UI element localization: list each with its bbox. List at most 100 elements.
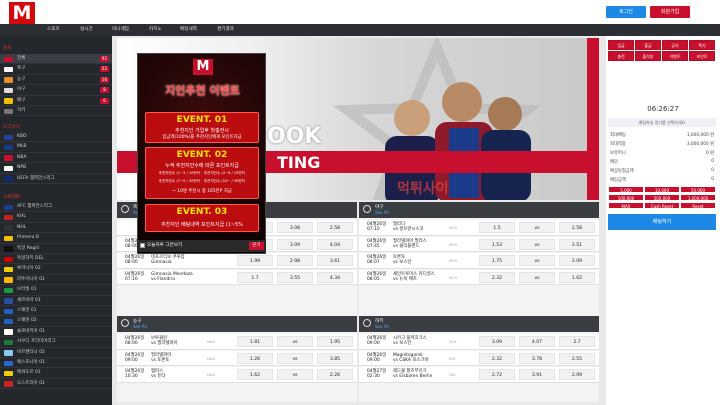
join-button[interactable]: 회원가입 (650, 6, 690, 18)
betslip-tab[interactable]: 충전 (608, 51, 634, 61)
amount-button[interactable]: 500,000 (644, 194, 680, 201)
amount-button[interactable]: 100,000 (608, 194, 644, 201)
amount-button[interactable]: Cash Reset (644, 202, 680, 209)
sidebar-item[interactable]: KHL (0, 212, 112, 223)
sidebar-item[interactable]: 농구 16 (0, 75, 112, 86)
sidebar-item[interactable]: NHL (0, 223, 112, 234)
amount-button[interactable]: 10,000 (644, 186, 680, 193)
match-row[interactable]: 04월26일 08:00 데포르티보 쿠루잡 Gimnasia 1.99 2.98 3.61 (117, 253, 357, 269)
betslip-tab[interactable]: 이벤트 (662, 51, 688, 61)
match-row[interactable]: 04월26일 08:00 브루클린 vs 필라델피아 NBA 1.81 vs 1.95 (117, 334, 357, 350)
betslip-tab[interactable]: 포인트 (689, 51, 715, 61)
sidebar-item[interactable]: AFC 챔피언스리그 (0, 202, 112, 213)
sidebar-item[interactable]: 아르헨티나 02 (0, 348, 112, 358)
odds-draw[interactable]: 3.91 (519, 369, 555, 380)
odds-home[interactable]: 1.53 (479, 238, 515, 250)
betslip-tab[interactable]: 출금 (635, 40, 661, 50)
sidebar-item[interactable]: NBA (0, 153, 112, 164)
odds-draw[interactable]: 3.08 (277, 222, 313, 233)
match-row[interactable]: 04월26일 07:45 필라델피아 필리스 vs 클리블랜드 MLB 1.53 vs 2.5… (359, 236, 599, 252)
nav-live[interactable]: 실시간 (80, 24, 93, 36)
odds-away[interactable]: 4.34 (317, 271, 353, 283)
odds-home[interactable]: 2.32 (479, 271, 515, 283)
amount-button[interactable]: 1,000,000 (680, 194, 716, 201)
sidebar-item[interactable]: 라투아니아 01 (0, 275, 112, 286)
sidebar-item[interactable]: 에콰도르 01 (0, 368, 112, 379)
nav-sports[interactable]: 스포츠 (47, 24, 60, 36)
odds-draw[interactable]: vs (277, 369, 313, 380)
hide-today-label[interactable]: 오늘하루 그만보기 (147, 241, 182, 251)
nav-bet-history[interactable]: 배팅내역 (180, 24, 197, 36)
amount-button[interactable]: 5,000 (608, 186, 644, 193)
sidebar-item[interactable]: 스웨덴 01 (0, 306, 112, 317)
sidebar-item[interactable]: 오스트리아 01 (0, 379, 112, 390)
sidebar-item[interactable]: MLB (0, 142, 112, 153)
odds-home[interactable]: 1.26 (237, 352, 273, 364)
nav-minigame[interactable]: 미니게임 (112, 24, 129, 36)
odds-draw[interactable]: 3.78 (519, 352, 555, 364)
match-row[interactable]: 04월26일 10:30 멤피스 vs 유타 NBA 1.62 vs 2.26 (117, 367, 357, 383)
odds-home[interactable]: 1.81 (237, 336, 273, 347)
odds-away[interactable]: 3.61 (317, 255, 353, 266)
odds-home[interactable]: 1.62 (237, 369, 273, 380)
sidebar-item[interactable]: 스웨덴 02 (0, 316, 112, 327)
odds-away[interactable]: 1.95 (317, 336, 353, 347)
odds-away[interactable]: 2.58 (559, 222, 595, 233)
odds-draw[interactable]: vs (519, 255, 555, 266)
place-bet-button[interactable]: 배팅하기 (608, 214, 716, 230)
sidebar-item[interactable]: NPB (0, 163, 112, 174)
betslip-tab[interactable]: 입금 (608, 40, 634, 50)
odds-away[interactable]: 4.04 (317, 238, 353, 250)
sidebar-item[interactable]: 독일하키 DEL (0, 254, 112, 265)
see-all-link[interactable]: See All (375, 210, 389, 215)
odds-away[interactable]: 2.09 (559, 255, 595, 266)
odds-away[interactable]: 2.55 (559, 352, 595, 364)
match-row[interactable]: 04월26일 08:05 세인트루이스 카디널스 vs 뉴욕 메츠 MLB 2.32 vs 1… (359, 269, 599, 285)
sidebar-item[interactable]: 독일 Regili (0, 244, 112, 254)
sidebar-item[interactable]: 야구 8 (0, 85, 112, 96)
amount-button[interactable]: 50,000 (680, 186, 716, 193)
odds-away[interactable]: 2.51 (559, 238, 595, 250)
match-row[interactable]: 04월26일 08:07 토론토 vs 보스턴 MLB 1.75 vs 2.09 (359, 253, 599, 269)
sidebar-item[interactable]: 루마니아 02 (0, 264, 112, 275)
odds-home[interactable]: 1.5 (479, 222, 515, 233)
odds-home[interactable]: 1.99 (237, 255, 273, 266)
sidebar-item[interactable]: 축구 52 (0, 64, 112, 75)
odds-away[interactable]: 2.09 (559, 369, 595, 380)
odds-away[interactable]: 2.26 (317, 369, 353, 380)
odds-draw[interactable]: 4.07 (519, 336, 555, 347)
odds-draw[interactable]: vs (277, 352, 313, 364)
sidebar-item[interactable]: KBO (0, 132, 112, 143)
match-row[interactable]: 04월26일 07:10 Gimnasia Mendoza vs Flandria 1.… (117, 269, 357, 285)
odds-home[interactable]: 2.32 (479, 352, 515, 364)
amount-button[interactable]: MAX (608, 202, 644, 209)
odds-away[interactable]: 2.7 (559, 336, 595, 347)
see-all-link[interactable]: See All (133, 324, 147, 329)
popup-close-button[interactable]: 닫기 (249, 242, 264, 250)
odds-draw[interactable]: vs (277, 336, 313, 347)
sidebar-item[interactable]: Primera B (0, 233, 112, 244)
odds-draw[interactable]: vs (519, 238, 555, 250)
match-row[interactable]: 04월26일 09:00 시카고 블랙호크스 vs 보스턴 NHL 3.09 4.07 2.7 (359, 334, 599, 350)
amount-button[interactable]: Reset (680, 202, 716, 209)
betslip-tab[interactable]: 공지 (662, 40, 688, 50)
odds-draw[interactable]: 3.09 (277, 238, 313, 250)
odds-draw[interactable]: vs (519, 271, 555, 283)
match-row[interactable]: 04월27일 02:30 레드불 잘츠부르크 vs Eisbaren Berlin DE… (359, 367, 599, 383)
odds-draw[interactable]: 3.55 (277, 271, 313, 283)
odds-home[interactable]: 2.72 (479, 369, 515, 380)
sidebar-item[interactable]: 전체 92 (0, 54, 112, 65)
sidebar-item[interactable]: 세르비아 01 (0, 296, 112, 306)
odds-home[interactable]: 1.75 (479, 255, 515, 266)
see-all-link[interactable]: See All (375, 324, 389, 329)
betslip-tab[interactable]: 쪽지 (689, 40, 715, 50)
odds-draw[interactable]: vs (519, 222, 555, 233)
match-row[interactable]: 04월26일 09:00 필라델피아 vs 토론토 NBA 1.26 vs 3.85 (117, 350, 357, 366)
nav-casino[interactable]: 카지노 (149, 24, 162, 36)
odds-away[interactable]: 2.58 (317, 222, 353, 233)
betslip-tab[interactable]: 출석부 (635, 51, 661, 61)
odds-draw[interactable]: 2.98 (277, 255, 313, 266)
sidebar-item[interactable]: 배구 6 (0, 96, 112, 106)
sidebar-item[interactable]: 사우디 프리미어리그 (0, 337, 112, 348)
odds-home[interactable]: 3.09 (479, 336, 515, 347)
